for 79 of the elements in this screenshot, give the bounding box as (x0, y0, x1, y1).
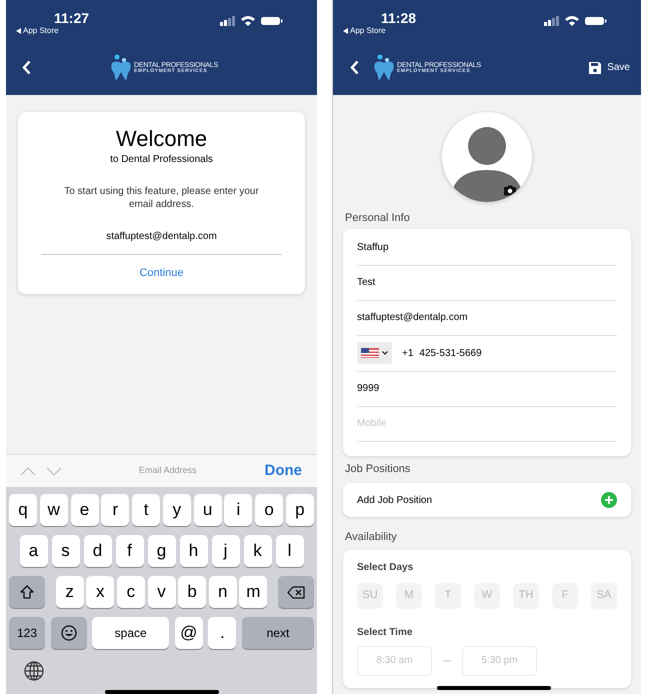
key[interactable]: @ (174, 617, 203, 649)
text-field[interactable]: Staffup (357, 230, 617, 266)
key[interactable]: t (132, 494, 160, 526)
key[interactable]: q (9, 494, 37, 526)
shift-icon (20, 585, 34, 599)
key[interactable]: f (116, 535, 144, 567)
return-key[interactable]: next (242, 617, 314, 649)
flag-icon (361, 348, 379, 358)
backspace-key[interactable] (278, 576, 314, 608)
tooth-logo-icon (110, 54, 132, 82)
key[interactable]: g (148, 535, 176, 567)
key[interactable]: l (276, 535, 304, 567)
battery-icon (585, 17, 607, 25)
key[interactable]: . (208, 617, 236, 649)
back-triangle-icon[interactable] (16, 28, 21, 34)
phone-field[interactable]: 425-531-5669 (419, 346, 617, 360)
wifi-icon (565, 16, 579, 26)
key[interactable]: y (162, 494, 191, 526)
key[interactable]: a (20, 535, 48, 567)
add-icon (601, 492, 617, 508)
key[interactable]: o (255, 494, 284, 526)
key[interactable]: m (239, 576, 268, 608)
add-job-position-row[interactable]: Add Job Position (343, 483, 631, 517)
emoji-key[interactable] (50, 617, 87, 649)
key[interactable]: h (180, 535, 208, 567)
continue-button[interactable]: Continue (139, 265, 184, 282)
back-triangle-icon[interactable] (343, 28, 348, 34)
key[interactable]: j (212, 535, 240, 567)
welcome-title: Welcome (116, 126, 208, 152)
text-field[interactable]: 9999 (357, 372, 617, 406)
globe-icon[interactable] (24, 661, 44, 681)
key[interactable]: s (52, 535, 80, 567)
backspace-icon (287, 586, 305, 598)
country-code: +1 (402, 346, 414, 360)
key[interactable]: d (84, 535, 112, 567)
key[interactable]: c (116, 576, 145, 608)
done-button[interactable]: Done (264, 460, 302, 482)
key[interactable]: u (194, 494, 222, 526)
tooth-logo-icon (373, 54, 395, 82)
function-key[interactable]: 123 (9, 617, 45, 649)
key[interactable]: v (148, 576, 176, 608)
key[interactable]: w (40, 494, 68, 526)
back-to-app-link[interactable]: App Store (23, 26, 59, 36)
status-time: 11:28 (381, 10, 416, 26)
wifi-icon (241, 16, 255, 26)
back-icon[interactable] (22, 60, 31, 75)
welcome-message: To start using this feature, please enter your email address. (63, 185, 260, 211)
key[interactable]: b (178, 576, 206, 608)
text-field[interactable]: Test (357, 266, 617, 300)
section-title: Job Positions (345, 462, 412, 476)
save-button[interactable]: Save (588, 60, 630, 75)
back-to-app-link[interactable]: App Store (350, 26, 386, 36)
space-key[interactable]: space (92, 617, 170, 649)
key[interactable]: e (70, 494, 99, 526)
key[interactable]: z (56, 576, 84, 608)
emoji-icon (60, 625, 77, 641)
country-picker[interactable] (357, 342, 392, 364)
field-label: Email Address (139, 464, 197, 478)
email-field[interactable]: staffuptest@dentalp.com (41, 229, 282, 255)
text-field[interactable]: Mobile (357, 406, 617, 442)
text-field[interactable]: staffuptest@dentalp.com (357, 300, 617, 336)
section-title: Availability (345, 530, 398, 545)
signal-icon (220, 16, 235, 26)
key[interactable]: p (286, 494, 314, 526)
select-time-label: Select Time (357, 626, 414, 640)
signal-icon (544, 16, 559, 26)
key[interactable]: r (101, 494, 130, 526)
key[interactable]: x (86, 576, 114, 608)
status-time: 11:27 (54, 10, 90, 26)
shift-key[interactable] (9, 576, 45, 608)
select-days-label: Select Days (357, 560, 414, 574)
key[interactable]: i (224, 494, 252, 526)
battery-icon (261, 17, 283, 25)
key[interactable]: k (244, 535, 272, 567)
back-icon[interactable] (350, 60, 359, 75)
caret-icon (382, 351, 388, 355)
key[interactable]: n (208, 576, 237, 608)
welcome-subtitle: to Dental Professionals (110, 153, 213, 167)
section-title: Personal Info (345, 211, 411, 226)
